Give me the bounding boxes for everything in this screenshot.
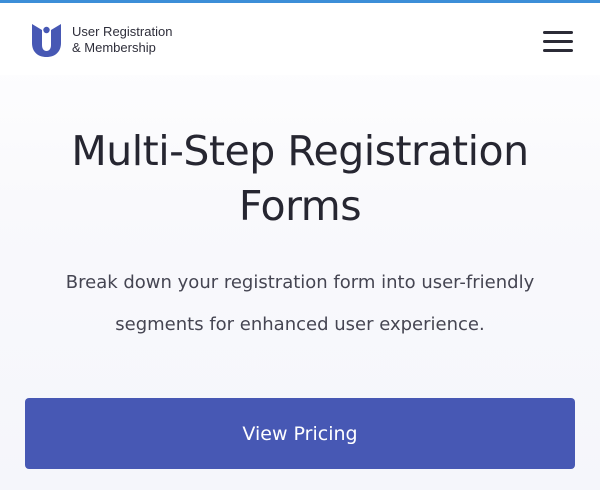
view-pricing-button[interactable]: View Pricing <box>25 398 575 469</box>
subtitle-line-1: Break down your registration form into u… <box>65 272 535 293</box>
title-line-2: Forms <box>238 182 362 230</box>
hero-subtitle: Break down your registration form into u… <box>0 262 600 346</box>
brand-name: User Registration & Membership <box>72 24 172 56</box>
title-line-1: Multi-Step Registration <box>71 127 529 175</box>
site-logo[interactable]: User Registration & Membership <box>30 21 172 58</box>
site-header: User Registration & Membership <box>0 3 600 75</box>
page-title: Multi-Step Registration Forms <box>0 124 600 234</box>
user-registration-logo-icon <box>32 24 61 57</box>
brand-line-1: User Registration <box>72 23 173 39</box>
hamburger-menu-icon[interactable] <box>543 29 575 53</box>
subtitle-line-2: segments for enhanced user experience. <box>115 314 485 335</box>
brand-line-2: & Membership <box>72 39 156 55</box>
